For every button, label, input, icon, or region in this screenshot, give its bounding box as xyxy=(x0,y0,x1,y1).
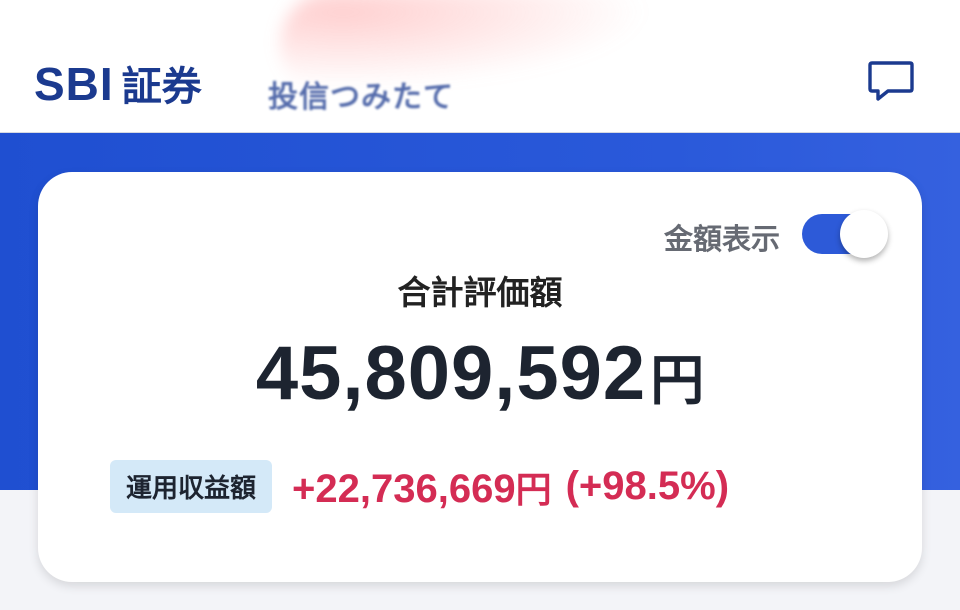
app-header: SBI 証券 投信つみたて xyxy=(0,0,960,133)
total-amount-unit: 円 xyxy=(650,349,705,412)
valuation-card: 金額表示 合計評価額 45,809,592円 運用収益額 +22,736,669… xyxy=(38,172,922,582)
profit-label-badge: 運用収益額 xyxy=(110,460,273,513)
profit-amount: +22,736,669円 xyxy=(292,461,552,513)
sbi-logo: SBI 証券 xyxy=(34,54,202,112)
chat-button[interactable] xyxy=(866,58,916,104)
service-title: 投信つみたて xyxy=(268,80,454,115)
profit-row: 運用収益額 +22,736,669円 (+98.5%) xyxy=(110,460,729,513)
logo-brand-text: SBI xyxy=(34,58,114,110)
profit-amount-value: +22,736,669 xyxy=(292,466,516,511)
toggle-knob xyxy=(840,210,888,258)
total-valuation-title: 合計評価額 xyxy=(397,273,563,312)
profit-percent: (+98.5%) xyxy=(565,464,730,508)
total-valuation-amount: 45,809,592円 xyxy=(38,330,922,417)
profit-amount-unit: 円 xyxy=(515,469,552,511)
amount-display-label: 金額表示 xyxy=(663,222,780,256)
logo-jp-text: 証券 xyxy=(121,64,202,110)
total-amount-value: 45,809,592 xyxy=(255,331,647,416)
chat-bubble-icon xyxy=(868,61,914,101)
amount-display-toggle[interactable] xyxy=(802,210,888,258)
